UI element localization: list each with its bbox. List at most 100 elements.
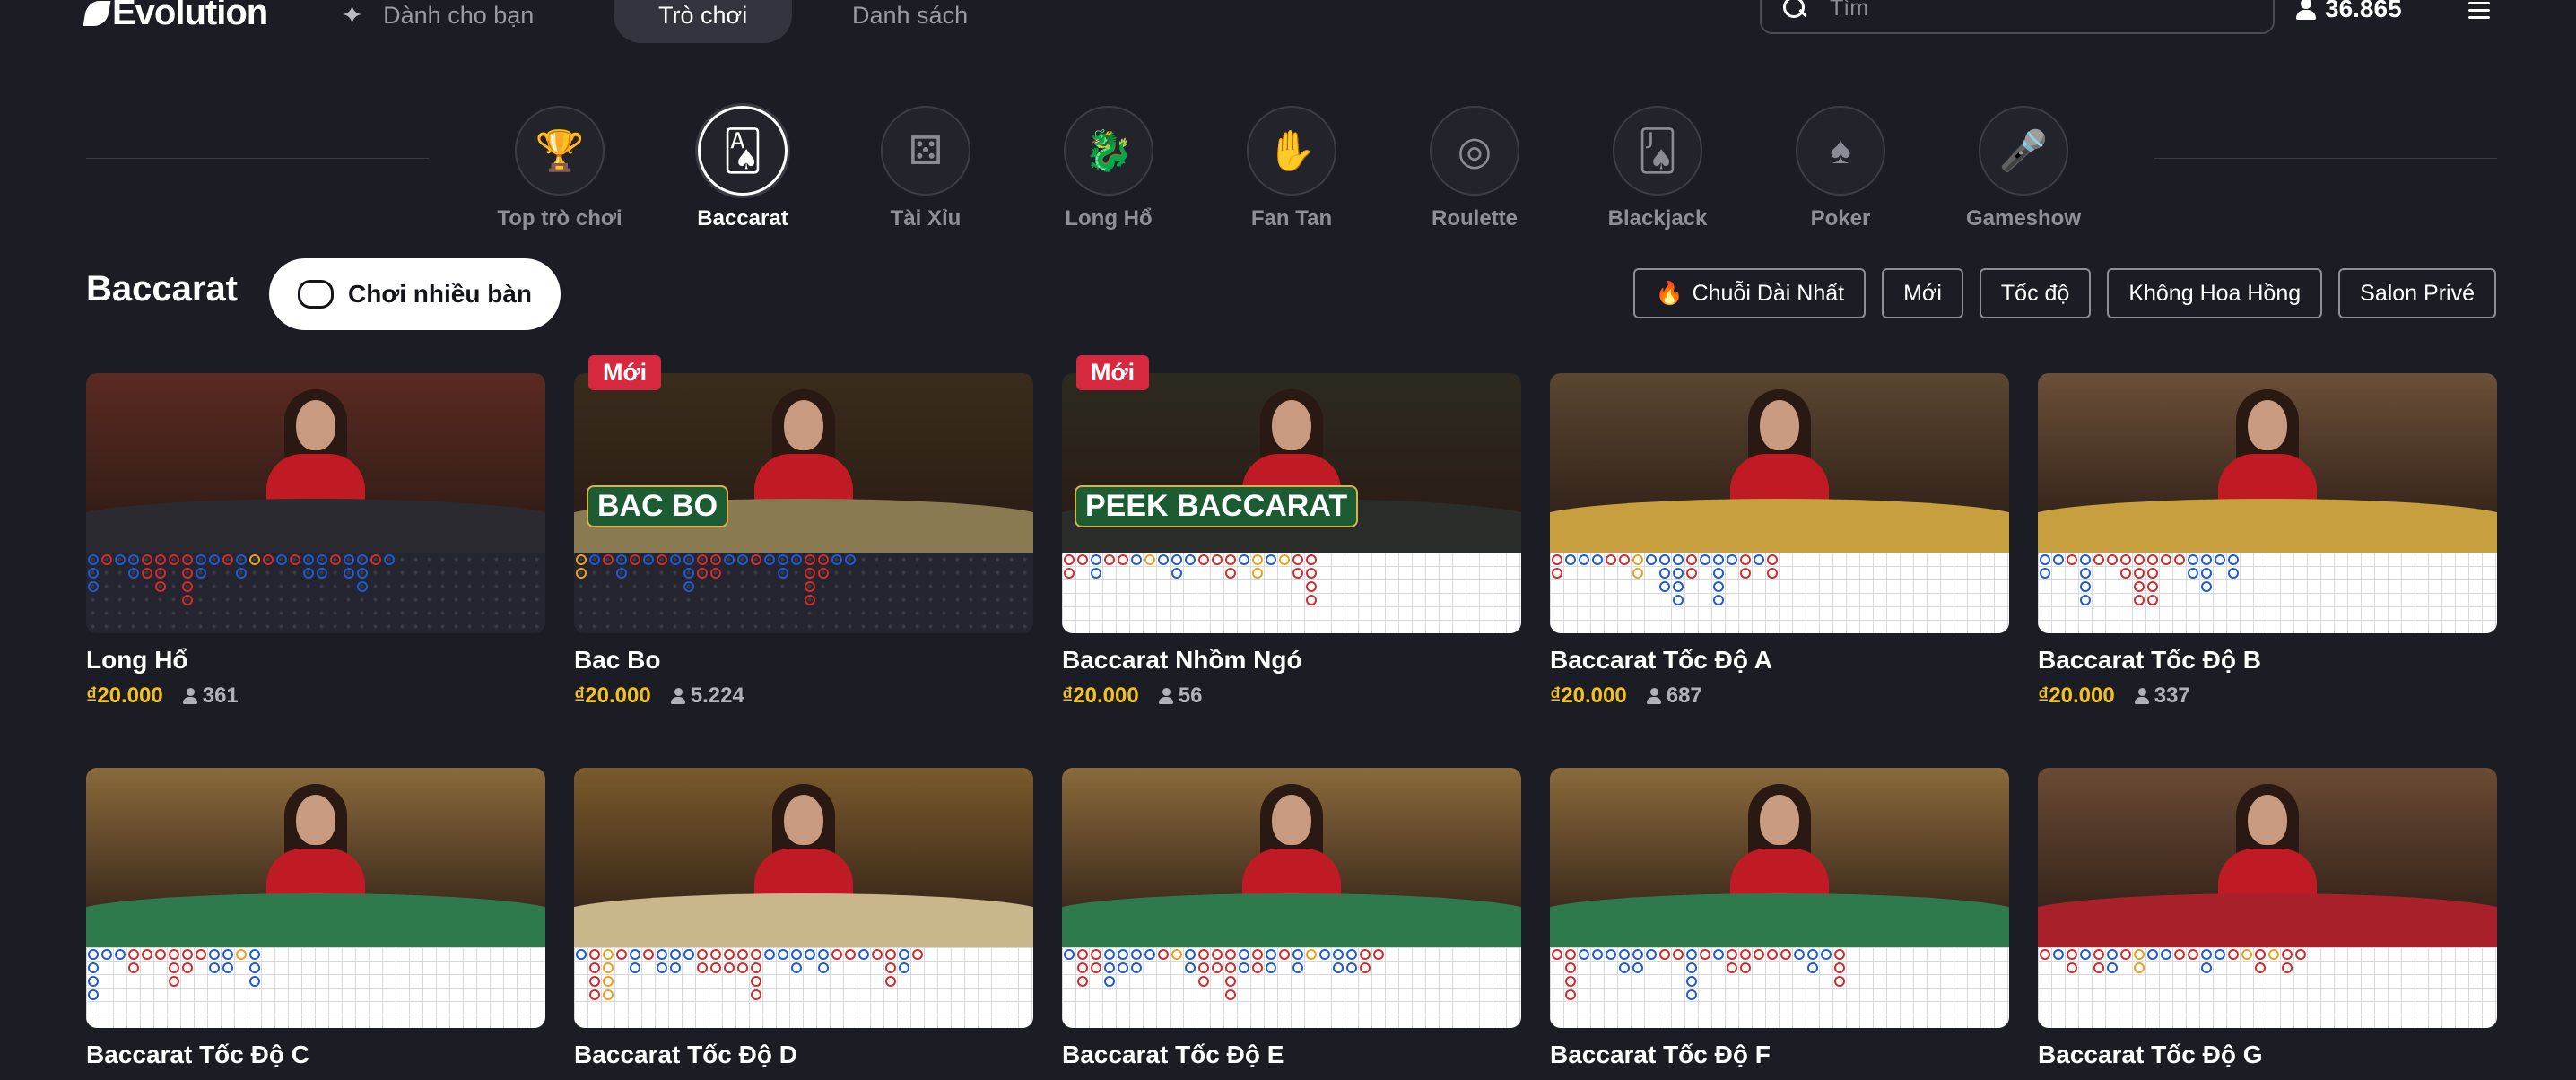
- game-thumbnail[interactable]: [1550, 768, 2009, 1028]
- nav-tab-lists[interactable]: Danh sách: [852, 0, 968, 43]
- filter-label: Tốc độ: [2000, 280, 2070, 306]
- game-card[interactable]: Baccarat Tốc Độ D: [574, 768, 1033, 1069]
- category-tai-xiu[interactable]: ⚄ Tài Xỉu: [854, 106, 997, 231]
- game-thumbnail[interactable]: [2038, 373, 2497, 633]
- new-badge: Mới: [1076, 355, 1150, 390]
- player-count: 687: [1646, 684, 1702, 709]
- live-dealer-scene: [86, 373, 545, 553]
- filter-speed[interactable]: Tốc độ: [1979, 268, 2092, 318]
- game-meta: ₫20.000 687: [1550, 684, 2009, 709]
- game-thumbnail[interactable]: [86, 373, 545, 633]
- player-count: 337: [2134, 684, 2190, 709]
- game-name: Baccarat Nhồm Ngó: [1062, 646, 1302, 674]
- game-thumbnail[interactable]: [86, 768, 545, 1028]
- category-long-ho[interactable]: 🐉 Long Hổ: [1037, 106, 1180, 231]
- min-bet: ₫20.000: [574, 684, 651, 708]
- filter-label: Salon Privé: [2360, 280, 2475, 306]
- game-name: Long Hổ: [86, 646, 188, 674]
- game-card[interactable]: Baccarat Tốc Độ F: [1550, 768, 2009, 1069]
- game-meta: ₫20.000 361: [86, 684, 545, 709]
- filter-longest-streak[interactable]: 🔥 Chuỗi Dài Nhất: [1633, 268, 1867, 318]
- live-dealer-scene: PEEK BACCARAT: [1062, 373, 1521, 553]
- game-thumbnail[interactable]: [2038, 768, 2497, 1028]
- multi-table-button[interactable]: Chơi nhiều bàn: [269, 258, 561, 330]
- player-count: 5.224: [670, 684, 744, 709]
- category-label: Fan Tan: [1250, 206, 1333, 231]
- game-name: Baccarat Tốc Độ C: [86, 1041, 309, 1068]
- game-name: Baccarat Tốc Độ A: [1550, 646, 1772, 674]
- category-roulette[interactable]: ◎ Roulette: [1403, 106, 1546, 231]
- game-logo: BAC BO: [587, 485, 729, 527]
- player-count: 361: [182, 684, 239, 709]
- game-thumbnail[interactable]: [574, 768, 1033, 1028]
- top-navigation: Evolution ✦ Dành cho bạn Trò chơi Danh s…: [0, 0, 2576, 47]
- min-bet: ₫20.000: [2038, 684, 2115, 708]
- category-label: Blackjack: [1607, 206, 1708, 231]
- category-gameshow[interactable]: 🎤 Gameshow: [1952, 106, 2095, 231]
- player-count: 56: [1158, 684, 1203, 709]
- category-baccarat[interactable]: 🂡 Baccarat: [671, 106, 814, 231]
- user-icon: [1646, 688, 1661, 704]
- divider: [86, 158, 429, 159]
- category-label: Poker: [1810, 206, 1871, 231]
- game-card[interactable]: Long Hổ ₫20.000 361: [86, 373, 545, 709]
- hamburger-menu-icon[interactable]: [2468, 2, 2490, 20]
- live-dealer-scene: [2038, 768, 2497, 947]
- category-blackjack[interactable]: 🂫 Blackjack: [1586, 106, 1729, 231]
- filter-new[interactable]: Mới: [1882, 268, 1963, 318]
- game-name: Baccarat Tốc Độ D: [574, 1041, 797, 1068]
- nav-tab-label: Danh sách: [852, 1, 969, 29]
- game-thumbnail[interactable]: [1062, 768, 1521, 1028]
- search-input[interactable]: [1830, 0, 2189, 22]
- min-bet: ₫20.000: [1062, 684, 1139, 708]
- min-bet: ₫20.000: [1550, 684, 1627, 708]
- filter-salon-prive[interactable]: Salon Privé: [2338, 268, 2496, 318]
- game-card[interactable]: Baccarat Tốc Độ C: [86, 768, 545, 1069]
- category-label: Tài Xỉu: [890, 206, 962, 231]
- game-card[interactable]: Mới PEEK BACCARAT Baccarat Nhồm Ngó ₫20.…: [1062, 355, 1521, 709]
- fan-tan-icon: ✋: [1247, 106, 1336, 196]
- game-meta: ₫20.000 337: [2038, 684, 2497, 709]
- game-card[interactable]: Mới BAC BO Bac Bo ₫20.000 5.224: [574, 355, 1033, 709]
- game-meta: ₫20.000 5.224: [574, 684, 1033, 709]
- nav-tab-label: Dành cho bạn: [383, 1, 535, 29]
- category-top-games[interactable]: 🏆 Top trò chơi: [488, 106, 631, 231]
- blackjack-cards-icon: 🂫: [1613, 106, 1702, 196]
- filter-label: Không Hoa Hồng: [2128, 280, 2302, 306]
- live-dealer-scene: BAC BO: [574, 373, 1033, 553]
- sparkle-icon: ✦: [341, 0, 364, 30]
- category-poker[interactable]: ♠ Poker: [1769, 106, 1912, 231]
- bead-road: [1550, 947, 2009, 1028]
- baccarat-cards-icon: 🂡: [698, 106, 788, 196]
- player-count-value: 687: [1666, 684, 1702, 708]
- search-box[interactable]: [1760, 0, 2275, 34]
- game-card[interactable]: Baccarat Tốc Độ A ₫20.000 687: [1550, 373, 2009, 709]
- game-card[interactable]: Baccarat Tốc Độ B ₫20.000 337: [2038, 373, 2497, 709]
- game-card[interactable]: Baccarat Tốc Độ G: [2038, 768, 2497, 1069]
- game-meta: ₫20.000 56: [1062, 684, 1521, 709]
- user-icon: [182, 688, 197, 704]
- category-label: Baccarat: [697, 206, 788, 231]
- bead-road: [574, 947, 1033, 1028]
- nav-tab-games[interactable]: Trò chơi: [614, 0, 793, 43]
- bead-road: [574, 553, 1033, 633]
- game-thumbnail[interactable]: BAC BO: [574, 373, 1033, 633]
- user-icon: [2296, 0, 2316, 20]
- player-count-value: 56: [1178, 684, 1203, 708]
- filter-chips: 🔥 Chuỗi Dài Nhất Mới Tốc độ Không Hoa Hồ…: [1633, 268, 2496, 318]
- game-name: Bac Bo: [574, 646, 661, 674]
- player-count-value: 337: [2154, 684, 2190, 708]
- category-label: Roulette: [1432, 206, 1518, 231]
- game-thumbnail[interactable]: [1550, 373, 2009, 633]
- divider: [2154, 158, 2497, 159]
- category-fan-tan[interactable]: ✋ Fan Tan: [1220, 106, 1363, 231]
- live-dealer-scene: [1062, 768, 1521, 947]
- live-dealer-scene: [86, 768, 545, 947]
- game-thumbnail[interactable]: PEEK BACCARAT: [1062, 373, 1521, 633]
- new-badge: Mới: [588, 355, 662, 390]
- nav-tab-for-you[interactable]: ✦ Dành cho bạn: [341, 0, 534, 43]
- game-card[interactable]: Baccarat Tốc Độ E: [1062, 768, 1521, 1069]
- filter-no-commission[interactable]: Không Hoa Hồng: [2107, 268, 2323, 318]
- section-title: Baccarat: [86, 269, 239, 309]
- evolution-logo[interactable]: Evolution: [83, 0, 268, 33]
